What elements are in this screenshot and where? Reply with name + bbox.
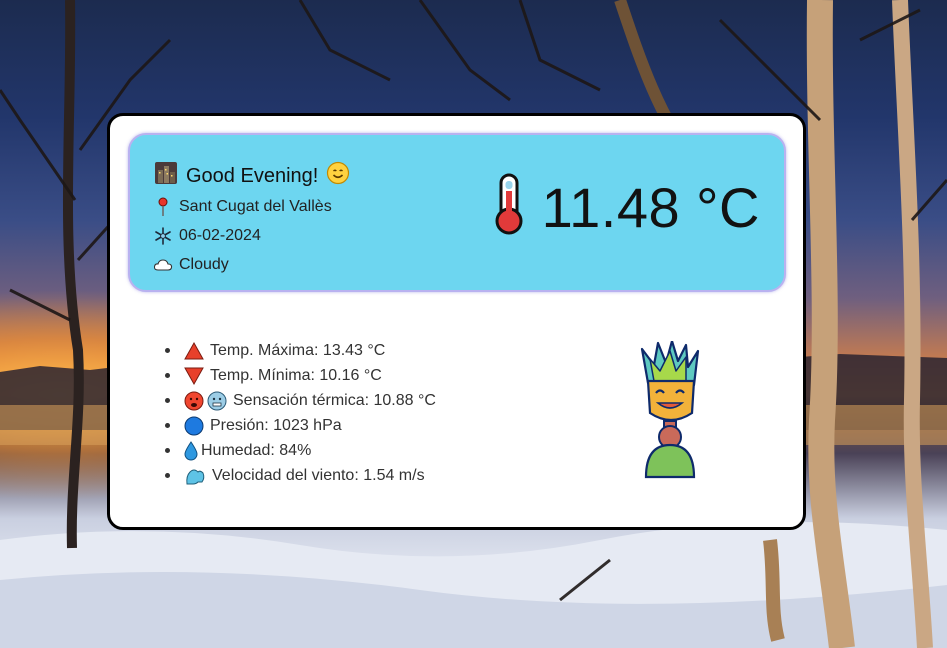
list-item: Humedad: 84% [165,438,436,463]
greeting-text: Good Evening! [186,164,319,187]
condition-text: Cloudy [179,256,229,273]
wind-speed-text: Velocidad del viento: 1.54 m/s [212,466,425,484]
bullet [165,348,170,353]
humidity-text: Humedad: 84% [201,441,312,459]
bullet [165,423,170,428]
bullet [165,398,170,403]
pin-icon [153,197,173,217]
droplet-icon [184,440,198,461]
cloud-icon [153,255,173,275]
feels-like-text: Sensación térmica: 10.88 °C [233,391,436,409]
condition-line: Cloudy [153,255,229,275]
greeting: Good Evening! [154,161,350,191]
date-line: 06-02-2024 [153,226,261,246]
pressure-text: Presión: 1023 hPa [210,416,342,434]
snowflake-icon [153,226,173,246]
list-item: Sensación térmica: 10.88 °C [165,388,436,413]
location-text: Sant Cugat del Vallès [179,198,332,215]
list-item: Presión: 1023 hPa [165,413,436,438]
bullet [165,373,170,378]
bullet [165,473,170,478]
triangle-up-icon [184,341,204,360]
cold-face-icon [207,391,227,411]
location-line: Sant Cugat del Vallès [153,197,332,217]
hot-face-icon [184,391,204,411]
weather-card: Good Evening! Sant Cugat del Vallès 06-0… [107,113,806,530]
current-weather-panel: Good Evening! Sant Cugat del Vallès 06-0… [128,133,786,292]
blue-circle-icon [184,416,204,436]
weather-details-list: Temp. Máxima: 13.43 °C Temp. Mínima: 10.… [165,338,436,488]
night-city-icon [154,161,178,191]
bullet [165,448,170,453]
min-temp-text: Temp. Mínima: 10.16 °C [210,366,382,384]
wind-icon [184,466,206,486]
list-item: Temp. Máxima: 13.43 °C [165,338,436,363]
mascot-illustration [638,339,702,481]
thermometer-icon [492,173,526,241]
list-item: Velocidad del viento: 1.54 m/s [165,463,436,488]
temperature-value: 11.48 °C [541,175,760,239]
list-item: Temp. Mínima: 10.16 °C [165,363,436,388]
triangle-down-icon [184,367,204,385]
temperature-display: 11.48 °C [492,173,760,241]
max-temp-text: Temp. Máxima: 13.43 °C [210,341,386,359]
smiling-face-icon [326,161,350,191]
date-text: 06-02-2024 [179,227,261,244]
